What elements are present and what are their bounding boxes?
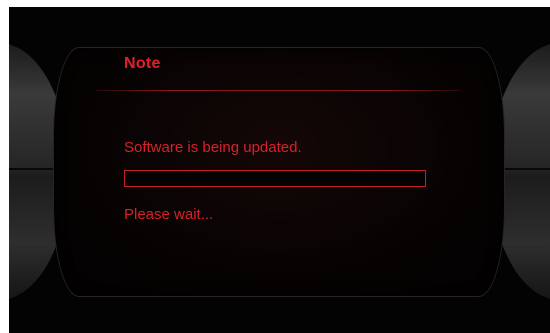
update-message: Software is being updated. xyxy=(124,139,302,156)
update-progress-bar xyxy=(124,170,426,187)
dialog-title: Note xyxy=(124,55,161,72)
wait-message: Please wait... xyxy=(124,206,214,223)
title-divider xyxy=(95,90,461,91)
